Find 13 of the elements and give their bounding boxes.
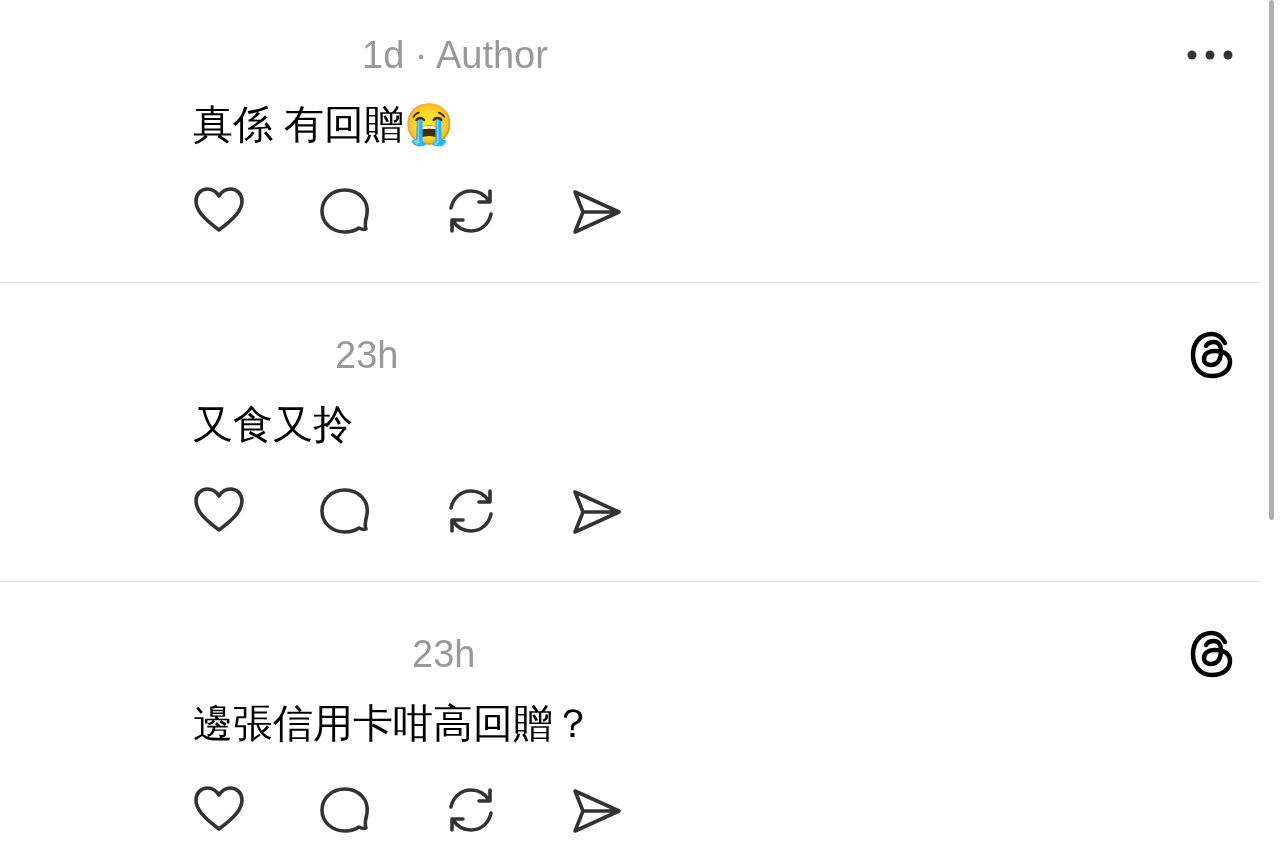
comment-icon[interactable] [319,486,371,536]
reply-text: 邊張信用卡咁高回贈？ [193,700,593,747]
reply-text: 又食又拎 [193,401,353,448]
reply-timestamp: 23h [412,632,476,677]
scrollbar[interactable] [1269,0,1274,520]
more-icon[interactable] [1186,49,1234,61]
reply-timestamp: 23h [335,333,399,378]
threads-logo-icon [1190,331,1234,379]
reply-text: 真係 有回贈😭 [193,101,455,148]
reply-timestamp: 1d · Author [362,33,548,78]
comment-icon[interactable] [319,186,371,236]
comment-icon[interactable] [319,785,371,835]
threads-logo-icon [1190,630,1234,678]
